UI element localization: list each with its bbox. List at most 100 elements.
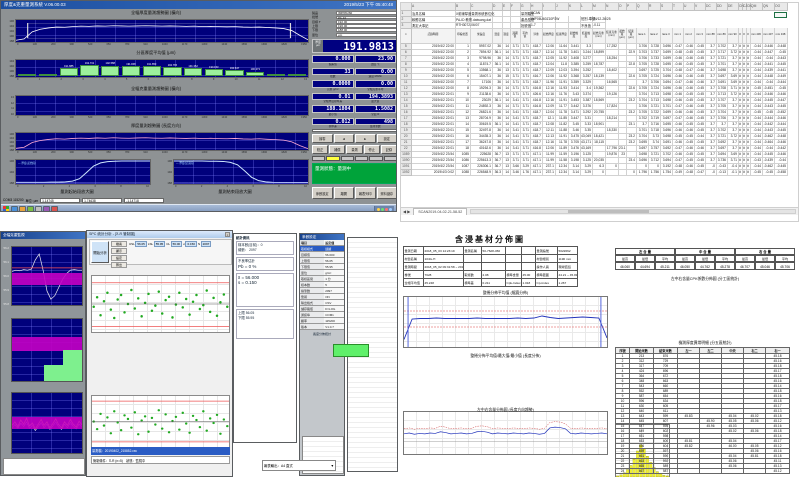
sheet-nav-buttons[interactable]: ◀ ▶: [403, 209, 410, 214]
bar: [225, 70, 243, 76]
parameter-value-field[interactable]: 188.00: [336, 28, 397, 32]
tick-label: 1: [39, 78, 40, 82]
control-button[interactable]: 記錄: [381, 145, 397, 154]
tick-label: 188: [3, 39, 14, 43]
control-button[interactable]: 補償: [329, 145, 345, 154]
excel-spreadsheet-window: ABCDEFGHIJKLMNOPQRSTUVDCDDDECHCJCKQMQNOO…: [400, 2, 799, 222]
report-output-combo[interactable]: 報表輸出：A4 直式 ▼: [262, 460, 336, 471]
toolbar-button[interactable]: 設定: [111, 255, 127, 261]
sheet-tab[interactable]: SCAN2019-04-02-21-58-52: [413, 208, 467, 215]
bar-cell: 191.848: [121, 61, 142, 76]
control-button[interactable]: 量測: [346, 145, 362, 154]
indicator-light[interactable]: [341, 156, 354, 161]
indicator-light[interactable]: [369, 156, 382, 161]
indicator-light[interactable]: [384, 156, 397, 161]
tick-label: 1170: [182, 43, 188, 47]
limit-value: 55.95: [154, 241, 166, 247]
value-field-3[interactable]: -1.14718: [124, 198, 164, 203]
limit-field[interactable]: LSL 55.95: [148, 241, 165, 247]
summary-group-header: 右 含 量: [735, 248, 795, 255]
indicator-light[interactable]: [326, 156, 339, 161]
unit-label: 單位: μm: [26, 198, 39, 203]
tick-label: 1820: [281, 151, 287, 155]
summary-value: 45.046: [755, 262, 775, 270]
readout-value: 498: [355, 118, 397, 126]
control-button[interactable]: 停止: [364, 145, 380, 154]
scrollbar-thumb[interactable]: [568, 210, 649, 213]
sheet-tab-bar: ◀ ▶ SCAN2019-04-02-21-58-52: [401, 207, 798, 215]
parameter-value-field[interactable]: PA-10: [336, 16, 397, 20]
limit-field[interactable]: CL 56.00: [166, 241, 182, 247]
setting-value: g/m²: [324, 270, 344, 275]
status-row[interactable]: 管制條件：X̄-R (n=5) 狀態：監視中: [91, 456, 230, 464]
tick-label: 56.1: [1, 260, 9, 264]
chart3-title: 左中右含量分佈圖 (長度方向趨勢): [403, 407, 608, 413]
parameter-value-field[interactable]: 196.00: [336, 24, 397, 28]
taskbar-app-icon[interactable]: [35, 206, 42, 212]
main-readout: 厚度 μm 191.9813: [312, 39, 397, 53]
chart-group-length-trend: 厚度量測趨勢圖 (長度方向) 196194192190188 013026039…: [3, 123, 309, 157]
settings-row[interactable]: 版本 V1.0.7: [300, 324, 344, 330]
setting-value: 1 分: [324, 276, 344, 281]
summary-subheader: 最高: [615, 255, 635, 262]
tick-label: 0: [17, 78, 18, 82]
tick-label: 2: [61, 78, 62, 82]
os-taskbar[interactable]: [1, 204, 396, 212]
selected-cell[interactable]: [774, 12, 787, 18]
taskbar-app-icon[interactable]: [11, 206, 18, 212]
indicator-light[interactable]: [312, 156, 325, 161]
toolbar-button[interactable]: 顯示: [111, 248, 127, 254]
tick-label: 55.9: [1, 288, 9, 292]
start-button[interactable]: [3, 206, 9, 212]
horizontal-scrollbar[interactable]: [470, 209, 796, 214]
taskbar-app-icon[interactable]: [27, 206, 34, 212]
limit-field[interactable]: σ 0.150: [183, 241, 197, 247]
control-button[interactable]: ►: [355, 134, 376, 143]
limit-field[interactable]: N 2097: [198, 241, 211, 247]
status-row-selected[interactable]: 量測檔：20190402_215852.csv: [91, 447, 230, 455]
tray-icon[interactable]: [389, 208, 392, 211]
start-analysis-button[interactable]: 開始分析: [91, 241, 109, 263]
parameter-value-field[interactable]: IMP06U60: [336, 11, 397, 15]
bottom-button-row: 參數設定離開報表列印資料儲存: [312, 187, 397, 199]
tray-icon[interactable]: [385, 208, 388, 211]
toolbar-button[interactable]: 檔案: [111, 241, 127, 247]
bar-cell: 190.373: [245, 61, 266, 76]
window-titlebar[interactable]: 厚度&克重量測系統 V.06.00.03 2019/5/23 下午 05:40:…: [1, 1, 396, 9]
toolbar-button[interactable]: 匯出: [111, 262, 127, 268]
indicator-light[interactable]: [355, 156, 368, 161]
value-field-1[interactable]: 1.14745: [40, 198, 80, 203]
tick-label: 192: [3, 170, 14, 174]
spc-window-titlebar[interactable]: SPC 統計分析 - [X̄-R 管制圖] ×: [87, 231, 232, 238]
setting-value: 連續: [324, 246, 344, 251]
tray-icon[interactable]: [381, 208, 384, 211]
bottom-button[interactable]: 報表列印: [355, 187, 376, 199]
value-field-2[interactable]: 1.74638: [82, 198, 122, 203]
limit-field[interactable]: USL 56.05: [129, 241, 147, 247]
tray-icon[interactable]: [377, 208, 380, 211]
chart-title: 量測結束段放大圖: [161, 189, 309, 194]
progress-groove[interactable]: [312, 129, 397, 132]
bottom-button[interactable]: 參數設定: [312, 187, 333, 199]
parameter-value-field[interactable]: μm: [336, 33, 397, 37]
monitor-window-titlebar[interactable]: 全幅克重監視: [1, 232, 85, 239]
control-button[interactable]: ◄: [334, 134, 355, 143]
file-list-item[interactable]: [4, 469, 84, 474]
sheet-cells[interactable]: ABCDEFGHIJKLMNOPQRSTUVDCDDDECHCJCKQMQNOO…: [401, 3, 787, 175]
parameter-value-field[interactable]: 192.00: [336, 20, 397, 24]
control-button[interactable]: 設定: [377, 134, 398, 143]
chart-group-weight-trend: 全幅克重量測趨勢圖 (橫向) 13121110 0130260390520650…: [3, 86, 309, 122]
bottom-button[interactable]: 資料儲存: [377, 187, 398, 199]
tick-label: 3: [82, 78, 83, 82]
tick-label: 194: [3, 59, 14, 63]
taskbar-app-icon[interactable]: [19, 206, 26, 212]
chart-title: 量測起始段放大圖: [3, 189, 151, 194]
taskbar-app-icon[interactable]: [51, 206, 58, 212]
control-button[interactable]: 校正: [312, 145, 328, 154]
control-button[interactable]: 歸零: [312, 134, 333, 143]
spec-band: [12, 273, 82, 285]
taskbar-app-icon[interactable]: [43, 206, 50, 212]
close-icon[interactable]: ×: [225, 232, 230, 237]
x-axis-labels: 0130260390520650780910104011701300143015…: [3, 43, 309, 47]
bottom-button[interactable]: 離開: [334, 187, 355, 199]
